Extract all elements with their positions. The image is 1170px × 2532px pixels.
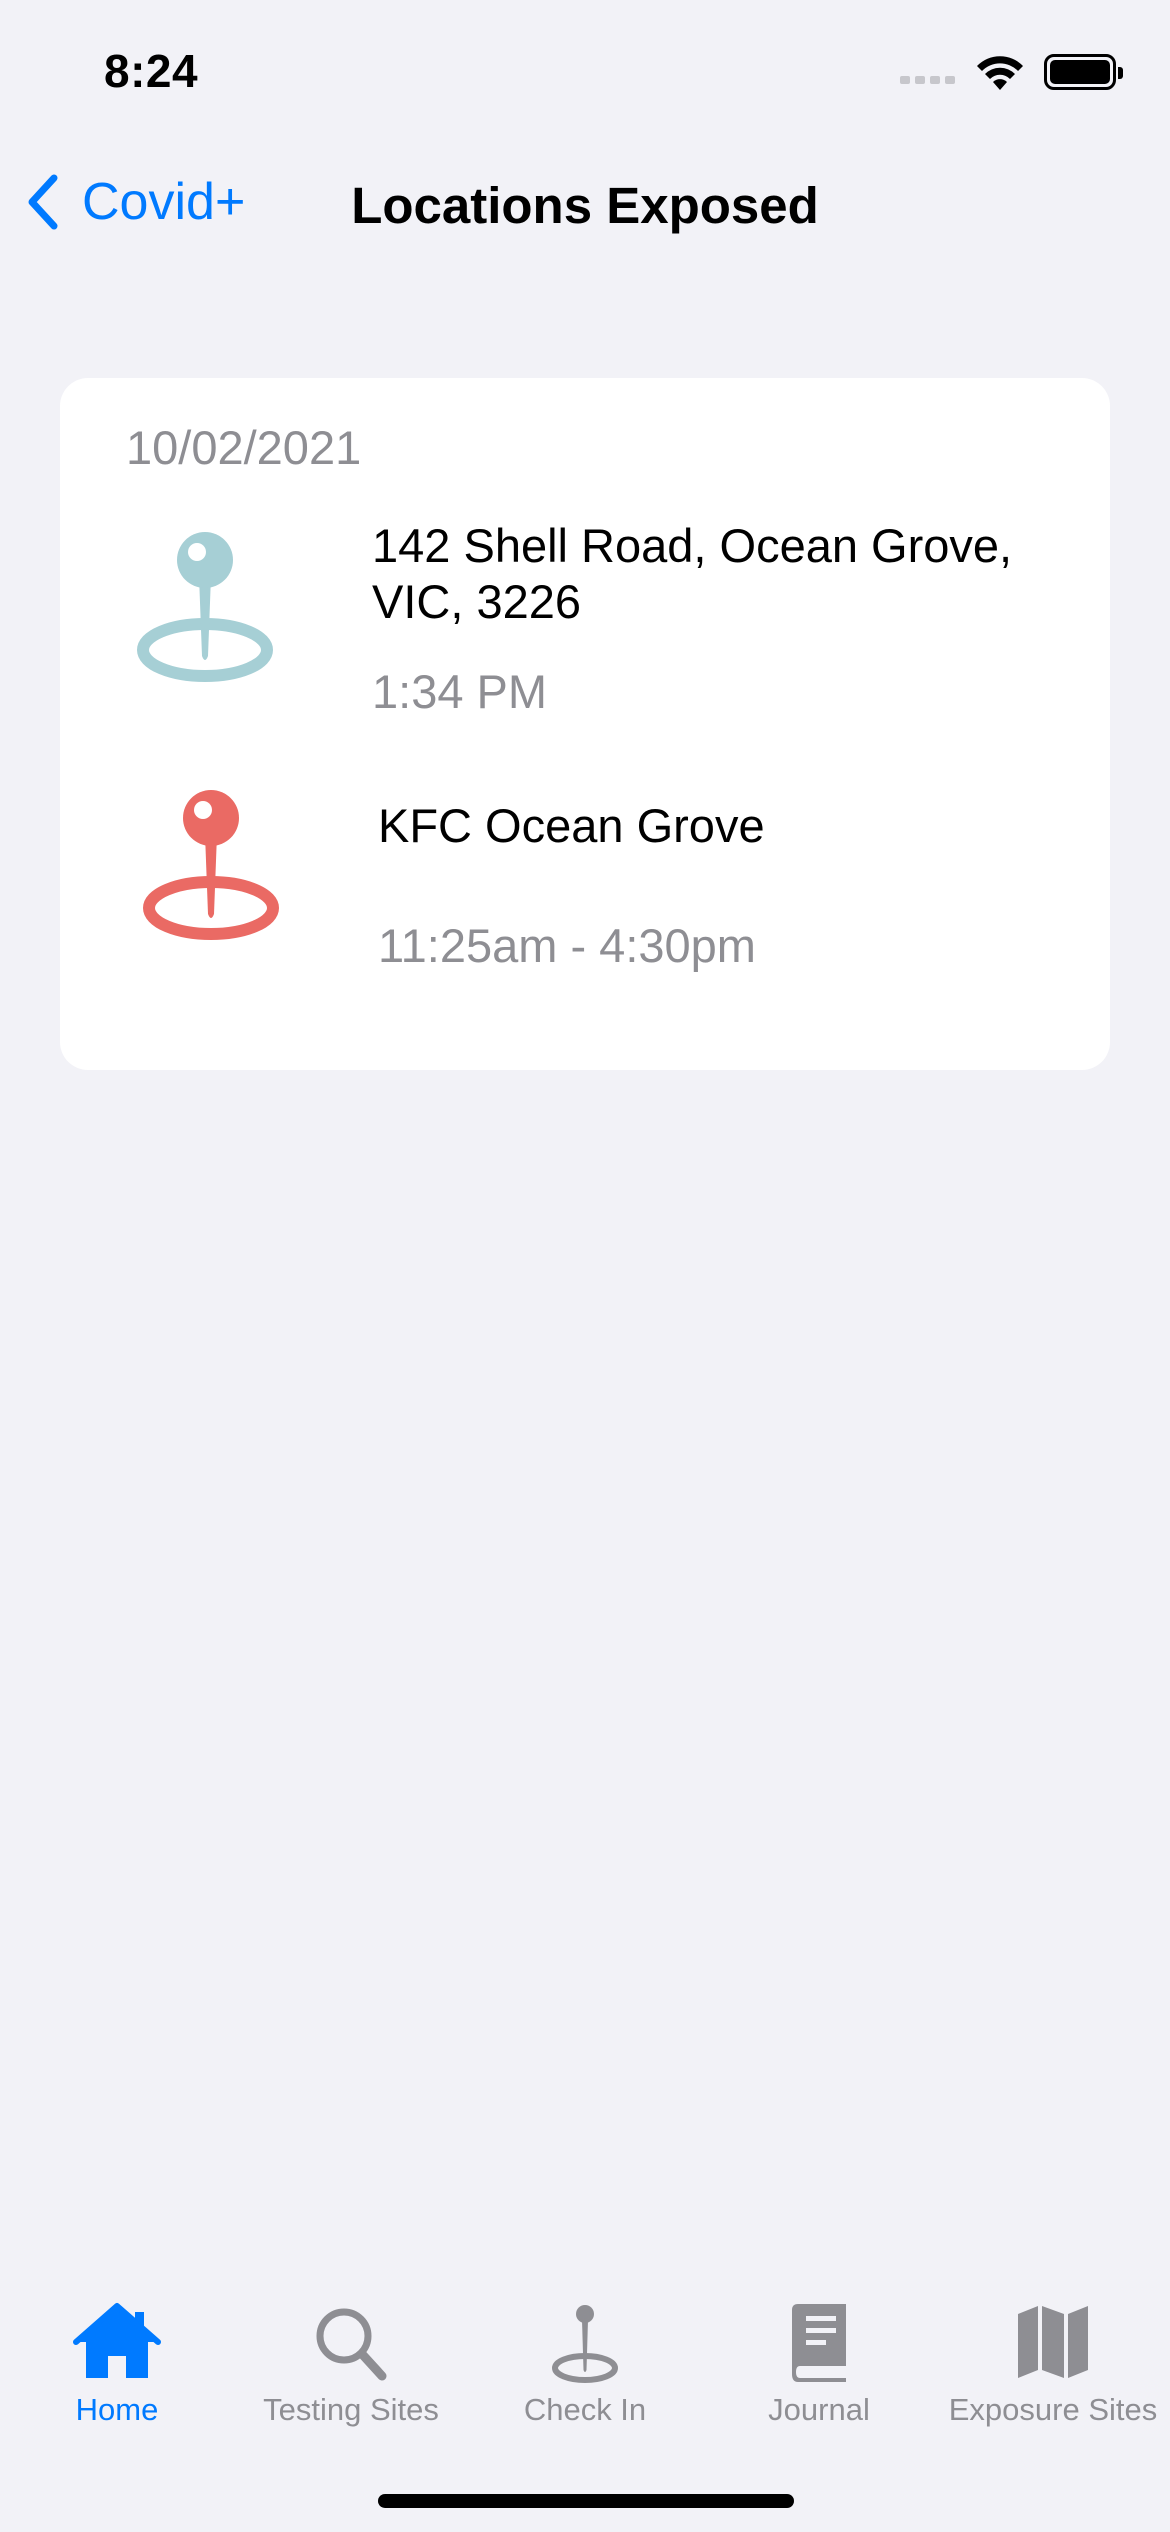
house-icon: [73, 2303, 161, 2378]
status-icons: [900, 52, 1123, 92]
location-name: 142 Shell Road, Ocean Grove, VIC, 3226: [372, 519, 1013, 628]
tab-journal[interactable]: Journal: [702, 2300, 936, 2450]
location-name: KFC Ocean Grove: [378, 799, 765, 852]
tab-check-in[interactable]: Check In: [468, 2300, 702, 2450]
tab-label-check-in: Check In: [523, 2392, 647, 2427]
home-indicator: [378, 2494, 794, 2508]
tab-label-exposure-sites: Exposure Sites: [948, 2392, 1158, 2427]
tab-label-home: Home: [75, 2392, 159, 2427]
wifi-icon: [977, 56, 1023, 90]
location-time: 1:34 PM: [372, 665, 548, 718]
tab-label-journal: Journal: [768, 2392, 870, 2427]
exposure-date: 10/02/2021: [126, 421, 362, 474]
location-pin-icon: [137, 532, 273, 682]
page-title: Locations Exposed: [351, 177, 819, 234]
tab-testing-sites[interactable]: Testing Sites: [234, 2300, 468, 2450]
magnifying-glass-icon: [316, 2308, 387, 2381]
location-pin-icon: [552, 2305, 618, 2383]
exposure-location-item[interactable]: KFC Ocean Grove 11:25am - 4:30pm: [60, 790, 1110, 978]
status-time: 8:24: [104, 45, 199, 97]
signal-icon: [900, 60, 956, 84]
battery-icon: [1044, 54, 1123, 90]
nav-bar: Covid+ Locations Exposed: [0, 160, 1170, 252]
book-icon: [792, 2304, 846, 2382]
location-pin-icon: [143, 790, 279, 940]
tab-home[interactable]: Home: [0, 2300, 234, 2450]
status-bar: 8:24: [0, 0, 1170, 150]
tab-exposure-sites[interactable]: Exposure Sites: [936, 2300, 1170, 2450]
exposure-card: 10/02/2021 142 Shell Road, Ocean Grove, …: [60, 378, 1110, 1070]
tab-bar: Home Testing Sites Check In Journal Expo…: [0, 2280, 1170, 2532]
location-time: 11:25am - 4:30pm: [378, 919, 756, 972]
screen: 8:24 Covid+ Locations Exposed 10/02/2021…: [0, 0, 1170, 2532]
exposure-location-item[interactable]: 142 Shell Road, Ocean Grove, VIC, 3226 1…: [60, 518, 1110, 718]
tab-label-testing-sites: Testing Sites: [263, 2392, 439, 2427]
map-icon: [1018, 2306, 1088, 2378]
